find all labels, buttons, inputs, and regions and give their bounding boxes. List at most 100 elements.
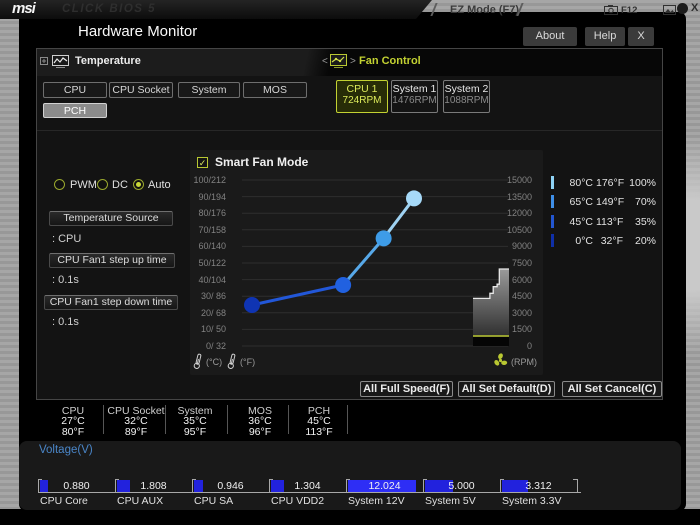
temperature-section-label: Temperature (75, 55, 141, 67)
temp-source-button-mos[interactable]: MOS (243, 82, 307, 98)
fan-next-chevron[interactable]: > (350, 56, 356, 67)
fan-prev-chevron[interactable]: < (322, 56, 328, 67)
status-temp-f: 95°F (183, 426, 207, 438)
fan-rpm: 1476RPM (392, 95, 437, 106)
status-temp-f: 113°F (305, 426, 333, 438)
fan-button-system-1[interactable]: System 1 1476RPM (391, 80, 438, 113)
radio-dc[interactable] (97, 179, 108, 190)
temperature-graph-icon (52, 55, 69, 68)
status-divider (165, 405, 166, 434)
bios-screen: msi CLICK BIOS 5 EZ Mode (F7) F12 X Hard… (0, 0, 700, 525)
setpoint-bar (551, 214, 554, 228)
fan-history-fill (473, 269, 509, 336)
voltage-rail-name: System 12V (348, 495, 405, 507)
status-temp-c: 36°C (248, 415, 272, 427)
image-icon[interactable] (663, 5, 676, 15)
fan-name: CPU 1 (346, 83, 378, 95)
field-value-2: : 0.1s (52, 316, 79, 328)
expand-box-icon[interactable] (40, 57, 48, 65)
radio-label-pwm: PWM (70, 179, 97, 191)
page-title: Hardware Monitor (78, 23, 198, 40)
voltage-rail-name: CPU SA (194, 495, 234, 507)
camera-icon[interactable] (604, 5, 618, 15)
voltage-end-cap (573, 479, 577, 480)
status-temp-c: 32°C (124, 415, 148, 427)
temp-source-button-pch[interactable]: PCH (43, 103, 107, 118)
action-button-all-set-default-d-[interactable]: All Set Default(D) (458, 381, 555, 397)
voltage-value: 1.304 (294, 480, 321, 492)
curve-point-3[interactable] (406, 190, 422, 207)
status-temp-f: 80°F (61, 426, 85, 438)
setpoint-bar (551, 233, 554, 247)
rpm-unit-label: (RPM) (511, 357, 537, 367)
setpoint-temp-c: 0°C (575, 234, 593, 247)
radio-label-dc: DC (112, 179, 128, 191)
section-divider (37, 130, 662, 131)
voltage-rail-name: CPU VDD2 (271, 495, 325, 507)
setpoint-temp-c: 65°C (569, 196, 593, 209)
close-icon[interactable]: X (691, 2, 698, 14)
voltage-value: 1.808 (140, 480, 167, 492)
setpoint-bar (551, 176, 554, 189)
fan-section-label: Fan Control (359, 55, 421, 67)
fan-name: System 2 (444, 83, 489, 95)
avatar-icon[interactable] (677, 3, 688, 14)
status-temp-f: 89°F (124, 426, 148, 438)
setpoint-temp-c: 80°C (569, 177, 593, 189)
bottom-bezel (0, 509, 700, 525)
about-button[interactable]: About (523, 27, 577, 46)
voltage-value: 0.946 (217, 480, 244, 492)
radio-auto[interactable] (133, 179, 144, 190)
temp-source-button-system[interactable]: System (178, 82, 240, 98)
close-dialog-button[interactable]: X (628, 27, 654, 46)
status-temp-c: 35°C (183, 415, 207, 427)
status-divider (103, 405, 104, 434)
fan-rpm: 724RPM (342, 95, 382, 106)
voltage-end-tick (577, 479, 578, 493)
curve-point-1[interactable] (335, 276, 352, 293)
help-button[interactable]: Help (585, 27, 625, 46)
fan-history-base (473, 337, 509, 346)
ez-mode-button[interactable]: EZ Mode (F7) (450, 4, 519, 16)
fan-control-icon (330, 54, 347, 68)
fan-button-system-2[interactable]: System 2 1088RPM (443, 80, 490, 113)
status-temp-f: 96°F (248, 426, 272, 438)
voltage-label: Voltage(V) (39, 444, 93, 456)
temp-source-button-cpu-socket[interactable]: CPU Socket (109, 82, 173, 98)
setpoint-temp-c: 45°C (569, 215, 593, 228)
setpoint-percent: 70% (634, 196, 656, 209)
curve-point-0[interactable] (244, 297, 260, 313)
celsius-unit-label: (°C) (206, 357, 223, 367)
voltage-rail-name: System 5V (425, 495, 476, 507)
voltage-value: 5.000 (448, 480, 475, 492)
temp-source-button-cpu[interactable]: CPU (43, 82, 107, 98)
voltage-value: 0.880 (63, 480, 90, 492)
fan-button-cpu-1[interactable]: CPU 1 724RPM (336, 80, 388, 113)
fan-icon (494, 353, 508, 366)
field-button-2[interactable]: CPU Fan1 step down time (44, 295, 178, 310)
status-temp-c: 27°C (61, 415, 85, 427)
setpoint-temp-f: 149°F (596, 196, 625, 209)
action-button-all-set-cancel-c-[interactable]: All Set Cancel(C) (562, 381, 662, 397)
radio-pwm[interactable] (54, 179, 65, 190)
fan-curve-chart[interactable] (190, 150, 543, 375)
curve-segment (251, 283, 344, 307)
field-button-0[interactable]: Temperature Source (49, 211, 173, 226)
setpoint-temp-f: 32°F (600, 234, 623, 247)
field-button-1[interactable]: CPU Fan1 step up time (49, 253, 175, 268)
product-name: CLICK BIOS 5 (62, 3, 157, 15)
status-divider (288, 405, 289, 434)
field-value-1: : 0.1s (52, 274, 79, 286)
fan-name: System 1 (392, 83, 437, 95)
curve-segment (341, 237, 385, 286)
status-divider (227, 405, 228, 434)
setpoint-percent: 35% (634, 215, 656, 228)
voltage-rail-name: CPU Core (40, 495, 88, 507)
action-button-all-full-speed-f-[interactable]: All Full Speed(F) (360, 381, 453, 397)
thermometer-c-icon (193, 353, 202, 369)
fan-rpm: 1088RPM (444, 95, 489, 106)
curve-point-2[interactable] (375, 230, 392, 247)
setpoint-temp-f: 176°F (596, 177, 625, 189)
status-temp-c: 45°C (307, 415, 331, 427)
thermometer-f-icon (227, 353, 236, 369)
